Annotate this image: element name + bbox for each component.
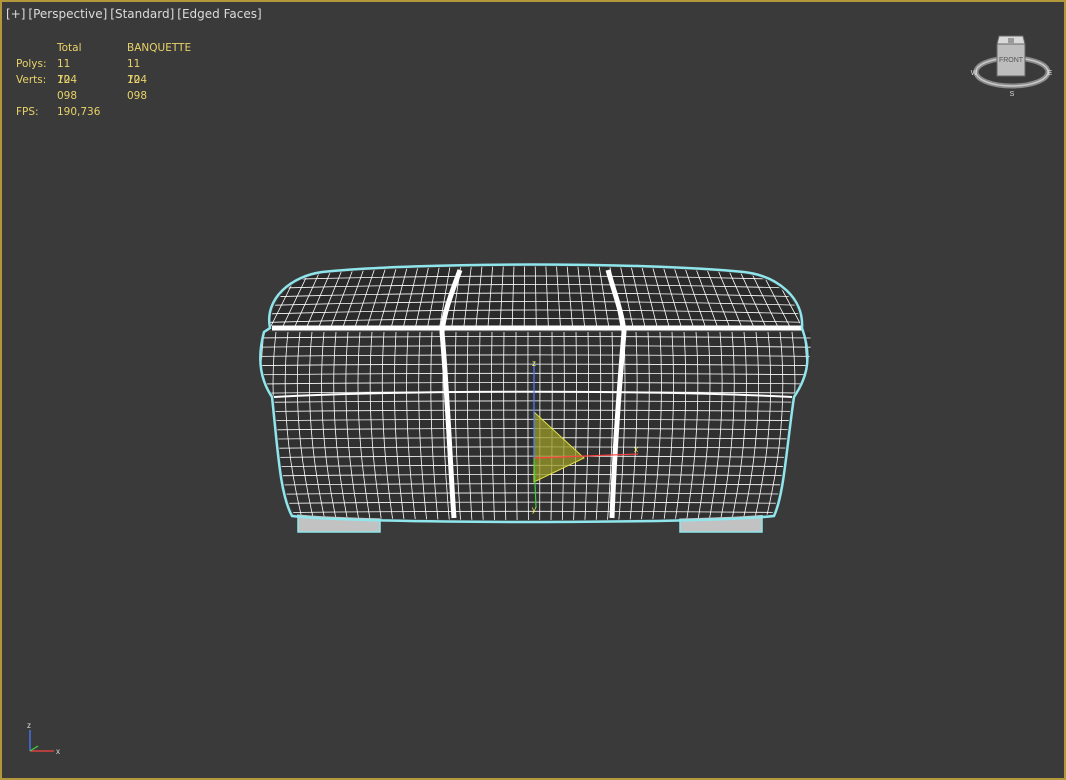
perspective-viewport[interactable]: [+] [Perspective] [Standard] [Edged Face… <box>0 0 1066 780</box>
world-axis-x-label: x <box>56 747 60 756</box>
gizmo-y-label: y <box>532 505 536 514</box>
gizmo-z-label: z <box>532 359 536 368</box>
world-axis-z-label: z <box>27 721 31 730</box>
gizmo-x-label: x <box>634 445 638 454</box>
scene-canvas[interactable]: z x y <box>2 2 1064 778</box>
world-axis-tripod: z x <box>27 721 60 756</box>
